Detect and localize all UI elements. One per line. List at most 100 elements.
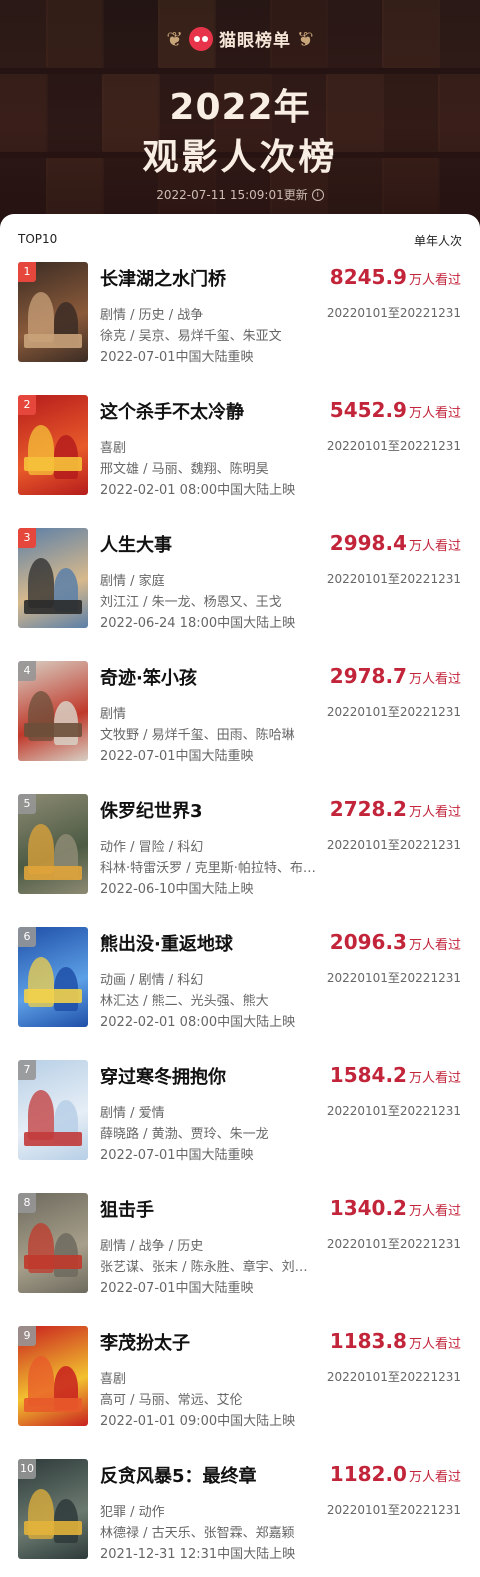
release-info: 2022-02-01 08:00中国大陆上映	[100, 483, 296, 498]
release-info: 2022-06-24 18:00中国大陆上映	[100, 616, 296, 631]
movie-poster[interactable]: 3	[18, 528, 88, 628]
movie-title[interactable]: 人生大事	[100, 531, 172, 557]
viewer-count: 5452.9 万人看过	[330, 398, 461, 422]
viewer-count: 1183.8 万人看过	[330, 1329, 461, 1353]
viewer-count-value: 2096.3	[329, 930, 407, 954]
movie-cast: 薛晓路 / 黄渤、贾玲、朱一龙	[100, 1127, 269, 1142]
movie-row[interactable]: 8 狙击手 1340.2 万人看过 剧情 / 战争 / 历史 20220101至2…	[0, 1193, 480, 1326]
movie-row[interactable]: 6 熊出没·重返地球 2096.3 万人看过 动画 / 剧情 / 科幻 20220…	[0, 927, 480, 1060]
viewer-count: 2096.3 万人看过	[330, 930, 461, 954]
rank-badge: 5	[18, 794, 36, 814]
movie-row[interactable]: 7 穿过寒冬拥抱你 1584.2 万人看过 剧情 / 爱情 20220101至20…	[0, 1060, 480, 1193]
movie-title[interactable]: 这个杀手不太冷静	[100, 398, 244, 424]
movie-title[interactable]: 熊出没·重返地球	[100, 930, 233, 956]
movie-cast: 林汇达 / 熊二、光头强、熊大	[100, 994, 269, 1009]
release-info: 2022-02-01 08:00中国大陆上映	[100, 1015, 296, 1030]
rank-badge: 4	[18, 661, 36, 681]
rank-badge: 8	[18, 1193, 36, 1213]
laurel-left-icon: ❦	[166, 26, 183, 51]
update-time: 2022-07-11 15:09:01更新 i	[0, 186, 480, 203]
movie-title[interactable]: 李茂扮太子	[100, 1329, 190, 1355]
stat-period: 20220101至20221231	[326, 1104, 461, 1118]
viewer-count: 1584.2 万人看过	[330, 1063, 461, 1087]
info-icon[interactable]: i	[311, 188, 324, 201]
header-banner: ❦ 猫眼榜单 ❦ 2022年 观影人次榜 2022-07-11 15:09:01…	[0, 0, 480, 232]
viewer-count: 2998.4 万人看过	[330, 531, 461, 555]
movie-title[interactable]: 穿过寒冬拥抱你	[100, 1063, 226, 1089]
viewer-count-value: 2998.4	[329, 531, 407, 555]
update-time-text: 2022-07-11 15:09:01更新	[156, 188, 308, 202]
release-info: 2022-06-10中国大陆上映	[100, 882, 254, 897]
movie-poster[interactable]: 6	[18, 927, 88, 1027]
movie-row[interactable]: 5 侏罗纪世界3 2728.2 万人看过 动作 / 冒险 / 科幻 2022010…	[0, 794, 480, 927]
stat-period: 20220101至20221231	[326, 1237, 461, 1251]
rank-badge: 10	[18, 1459, 36, 1479]
viewer-count-unit: 万人看过	[408, 805, 461, 820]
rank-badge: 7	[18, 1060, 36, 1080]
movie-genre: 喜剧	[100, 1372, 127, 1387]
stat-period: 20220101至20221231	[326, 971, 461, 985]
release-info: 2022-07-01中国大陆重映	[100, 1148, 254, 1163]
viewer-count-value: 2728.2	[329, 797, 407, 821]
movie-title[interactable]: 反贪风暴5：最终章	[100, 1462, 257, 1488]
rank-badge: 1	[18, 262, 36, 282]
brand: ❦ 猫眼榜单 ❦	[0, 26, 480, 51]
viewer-count-value: 2978.7	[329, 664, 407, 688]
page-title: 观影人次榜	[142, 137, 338, 178]
movie-row[interactable]: 10 反贪风暴5：最终章 1182.0 万人看过 犯罪 / 动作 20220101…	[0, 1459, 480, 1577]
top10-label: TOP10	[18, 232, 58, 246]
viewer-count-value: 1183.8	[329, 1329, 407, 1353]
maoyan-logo-icon	[189, 26, 213, 51]
viewer-count-value: 1182.0	[329, 1462, 407, 1486]
movie-row[interactable]: 4 奇迹·笨小孩 2978.7 万人看过 剧情 20220101至20221231…	[0, 661, 480, 794]
stat-period: 20220101至20221231	[326, 838, 461, 852]
movie-genre: 剧情 / 历史 / 战争	[100, 308, 204, 323]
movie-row[interactable]: 1 长津湖之水门桥 8245.9 万人看过 剧情 / 历史 / 战争 202201…	[0, 262, 480, 395]
movie-cast: 张艺谋、张末 / 陈永胜、章宇、刘奕铁	[100, 1260, 320, 1275]
movie-poster[interactable]: 10	[18, 1459, 88, 1559]
viewer-count-unit: 万人看过	[408, 1204, 461, 1219]
movie-title[interactable]: 奇迹·笨小孩	[100, 664, 197, 690]
viewer-count-unit: 万人看过	[408, 1337, 461, 1352]
list-header: TOP10 单年人次	[18, 232, 462, 249]
movie-genre: 剧情 / 战争 / 历史	[100, 1239, 204, 1254]
movie-poster[interactable]: 5	[18, 794, 88, 894]
movie-poster[interactable]: 2	[18, 395, 88, 495]
stat-period: 20220101至20221231	[326, 306, 461, 320]
laurel-right-icon: ❦	[297, 26, 314, 51]
movie-poster[interactable]: 7	[18, 1060, 88, 1160]
movie-poster[interactable]: 1	[18, 262, 88, 362]
movie-row[interactable]: 2 这个杀手不太冷静 5452.9 万人看过 喜剧 20220101至202212…	[0, 395, 480, 528]
movie-list: 1 长津湖之水门桥 8245.9 万人看过 剧情 / 历史 / 战争 202201…	[0, 262, 480, 1577]
rank-badge: 3	[18, 528, 36, 548]
movie-cast: 邢文雄 / 马丽、魏翔、陈明昊	[100, 462, 269, 477]
ranking-card: TOP10 单年人次 1 长津湖之水门桥 8245.9 万人看过 剧情 / 历史 …	[0, 214, 480, 1577]
brand-name: 猫眼榜单	[219, 31, 291, 51]
movie-cast: 刘江江 / 朱一龙、杨恩又、王戈	[100, 595, 282, 610]
movie-title[interactable]: 长津湖之水门桥	[100, 265, 226, 291]
movie-title[interactable]: 狙击手	[100, 1196, 154, 1222]
movie-genre: 剧情	[100, 707, 127, 722]
viewer-count: 8245.9 万人看过	[330, 265, 461, 289]
release-info: 2022-01-01 09:00中国大陆上映	[100, 1414, 296, 1429]
movie-poster[interactable]: 4	[18, 661, 88, 761]
movie-poster[interactable]: 9	[18, 1326, 88, 1426]
viewer-count-value: 1340.2	[329, 1196, 407, 1220]
movie-genre: 喜剧	[100, 441, 127, 456]
rank-badge: 6	[18, 927, 36, 947]
viewer-count: 2978.7 万人看过	[330, 664, 461, 688]
viewer-count: 1182.0 万人看过	[330, 1462, 461, 1486]
rank-badge: 9	[18, 1326, 36, 1346]
release-info: 2022-07-01中国大陆重映	[100, 749, 254, 764]
movie-poster[interactable]: 8	[18, 1193, 88, 1293]
movie-row[interactable]: 9 李茂扮太子 1183.8 万人看过 喜剧 20220101至20221231 …	[0, 1326, 480, 1459]
movie-cast: 文牧野 / 易烊千玺、田雨、陈哈琳	[100, 728, 295, 743]
movie-genre: 剧情 / 爱情	[100, 1106, 165, 1121]
page-title-year: 2022年	[169, 87, 311, 128]
viewer-count-unit: 万人看过	[408, 539, 461, 554]
movie-title[interactable]: 侏罗纪世界3	[100, 797, 203, 823]
viewer-count-unit: 万人看过	[408, 406, 461, 421]
viewer-count-unit: 万人看过	[408, 273, 461, 288]
movie-row[interactable]: 3 人生大事 2998.4 万人看过 剧情 / 家庭 20220101至20221…	[0, 528, 480, 661]
release-info: 2022-07-01中国大陆重映	[100, 350, 254, 365]
